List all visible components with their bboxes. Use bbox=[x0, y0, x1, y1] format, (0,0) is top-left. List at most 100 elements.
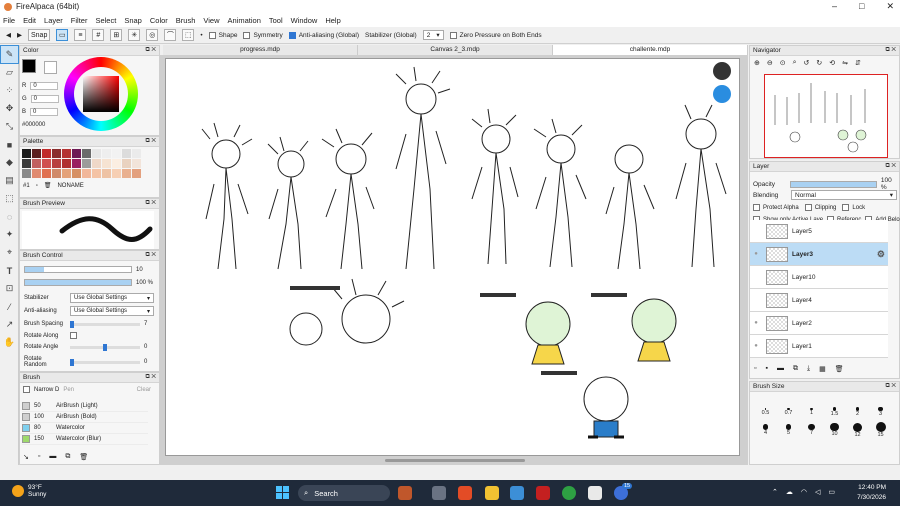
r-input[interactable]: 0 bbox=[30, 82, 59, 90]
delete-palette-icon[interactable]: 🗑 bbox=[44, 182, 52, 189]
clear-button[interactable]: Clear bbox=[137, 387, 151, 393]
panel-buttons-icon[interactable]: ⧉ ✕ bbox=[145, 138, 156, 145]
navigator-preview[interactable] bbox=[764, 74, 888, 158]
add-palette-icon[interactable]: ▫ bbox=[36, 183, 38, 189]
duplicate-brush-icon[interactable]: ⧉ bbox=[65, 453, 70, 461]
layer-row[interactable]: Layer4 bbox=[750, 289, 888, 312]
task-view-icon[interactable] bbox=[432, 486, 446, 500]
brush-size-option[interactable]: 2 bbox=[846, 404, 869, 420]
brush-item[interactable]: 80 Watercolor bbox=[22, 423, 148, 434]
move-tool-icon[interactable]: ✥ bbox=[1, 100, 18, 117]
snap-vanishing-icon[interactable]: ⊞ bbox=[110, 29, 123, 41]
bucket-tool-icon[interactable]: ◆ bbox=[1, 154, 18, 171]
rotate-along-checkbox[interactable] bbox=[70, 332, 77, 339]
layer-row[interactable]: Layer5 bbox=[750, 220, 888, 243]
menu-color[interactable]: Color bbox=[150, 16, 168, 25]
layer-row[interactable]: ● Layer2 bbox=[750, 312, 888, 335]
palette-swatch[interactable] bbox=[92, 159, 101, 168]
protect-alpha-checkbox[interactable]: Protect Alpha bbox=[753, 204, 799, 211]
layer-opacity-bar[interactable] bbox=[790, 180, 877, 188]
transform-tool-icon[interactable]: ⤡ bbox=[1, 118, 18, 135]
panel-buttons-icon[interactable]: ⧉ ✕ bbox=[145, 47, 156, 54]
palette-swatch[interactable] bbox=[32, 159, 41, 168]
palette-swatch[interactable] bbox=[52, 169, 61, 178]
palette-swatch[interactable] bbox=[52, 149, 61, 158]
palette-swatch[interactable] bbox=[132, 149, 141, 158]
snap-circle-icon[interactable]: ◎ bbox=[146, 29, 159, 41]
brave-browser-icon[interactable] bbox=[458, 486, 472, 500]
layer-row[interactable]: Layer10 bbox=[750, 266, 888, 289]
zero-pressure-checkbox[interactable]: Zero Pressure on Both Ends bbox=[449, 31, 542, 39]
palette-swatch[interactable] bbox=[92, 149, 101, 158]
brush-size-option[interactable]: 5 bbox=[777, 422, 800, 438]
brush-item[interactable]: 150 Watercolor (Blur) bbox=[22, 434, 148, 445]
menu-tool[interactable]: Tool bbox=[269, 16, 283, 25]
prev-frame-icon[interactable]: ◀ bbox=[6, 31, 11, 39]
zoom-in-icon[interactable]: ⊕ bbox=[754, 59, 760, 67]
palette-number[interactable]: #1 bbox=[23, 183, 30, 189]
close-button[interactable]: ✕ bbox=[886, 1, 894, 12]
clock[interactable]: 12:40 PM 7/30/2026 bbox=[857, 483, 886, 503]
panel-buttons-icon[interactable]: ⧉ ✕ bbox=[885, 163, 896, 170]
zoom-actual-icon[interactable]: ⌕ bbox=[793, 59, 797, 67]
chevron-up-icon[interactable]: ⌃ bbox=[772, 488, 778, 496]
new-folder-icon[interactable]: ▬ bbox=[777, 365, 784, 373]
brush-size-bar[interactable] bbox=[24, 266, 132, 273]
stabilizer-select[interactable]: 2 ▾ bbox=[422, 30, 444, 40]
palette-swatch[interactable] bbox=[112, 149, 121, 158]
pen-tool-icon[interactable]: ✎ bbox=[0, 45, 19, 64]
text-tool-icon[interactable]: T bbox=[1, 262, 18, 279]
secondary-color-swatch[interactable] bbox=[44, 61, 57, 74]
merge-layer-icon[interactable]: ⤓ bbox=[807, 365, 810, 373]
desert-widget-icon[interactable] bbox=[398, 486, 412, 500]
palette-swatch[interactable] bbox=[112, 169, 121, 178]
delete-layer-icon[interactable]: 🗑 bbox=[835, 365, 844, 373]
new-layer-8bit-icon[interactable]: ▪ bbox=[765, 365, 767, 373]
taskbar-search[interactable]: ⌕ Search bbox=[298, 485, 390, 501]
file-explorer-icon[interactable] bbox=[485, 486, 499, 500]
rotate-reset-icon[interactable]: ⟲ bbox=[829, 59, 835, 67]
wifi-icon[interactable]: ◠ bbox=[801, 488, 807, 496]
snap-parallel-icon[interactable]: ≡ bbox=[74, 29, 87, 41]
brush-spacing-slider[interactable] bbox=[70, 320, 140, 328]
brush-antialias-select[interactable]: Use Global Settings ▾ bbox=[70, 306, 154, 316]
brush-size-option[interactable]: 3 bbox=[869, 404, 892, 420]
palette-swatch[interactable] bbox=[82, 149, 91, 158]
palette-swatch[interactable] bbox=[22, 169, 31, 178]
palette-swatch[interactable] bbox=[42, 159, 51, 168]
panel-buttons-icon[interactable]: ⧉ ✕ bbox=[145, 252, 156, 259]
menu-window[interactable]: Window bbox=[291, 16, 318, 25]
cloud-icon[interactable]: ☁ bbox=[786, 488, 793, 496]
pen-correction-icon[interactable]: ↗ bbox=[1, 316, 18, 333]
snap-settings-icon[interactable]: • bbox=[200, 32, 202, 39]
snap-off-icon[interactable]: ▭ bbox=[56, 29, 69, 41]
start-windows-icon[interactable] bbox=[276, 486, 289, 499]
new-brush-icon[interactable]: ▫ bbox=[38, 453, 40, 461]
firealpaca-taskbar-icon[interactable] bbox=[588, 486, 602, 500]
rotate-angle-slider[interactable] bbox=[70, 343, 140, 351]
lock-checkbox[interactable]: Lock bbox=[842, 204, 865, 211]
snap-radial-icon[interactable]: ✳ bbox=[128, 29, 141, 41]
tab-canvas-2-3[interactable]: Canvas 2_3.mdp bbox=[358, 45, 553, 55]
palette-swatch[interactable] bbox=[102, 159, 111, 168]
menu-snap[interactable]: Snap bbox=[124, 16, 142, 25]
visibility-icon[interactable]: ● bbox=[750, 251, 762, 257]
menu-view[interactable]: View bbox=[203, 16, 219, 25]
brush-settings-icon[interactable]: ↘ bbox=[23, 453, 29, 461]
brush-size-option[interactable]: 1.5 bbox=[823, 404, 846, 420]
brush-size-option[interactable]: 7 bbox=[800, 422, 823, 438]
menu-select[interactable]: Select bbox=[95, 16, 116, 25]
palette-swatch[interactable] bbox=[82, 159, 91, 168]
palette-swatch[interactable] bbox=[62, 149, 71, 158]
clipping-checkbox[interactable]: Clipping bbox=[804, 204, 836, 211]
hand-tool-icon[interactable]: ✋ bbox=[1, 334, 18, 351]
brush-size-option[interactable]: 4 bbox=[754, 422, 777, 438]
snap-crisscross-icon[interactable]: # bbox=[92, 29, 105, 41]
battery-icon[interactable]: ▭ bbox=[828, 488, 835, 496]
brush-size-option[interactable]: 0.7 bbox=[777, 404, 800, 420]
menu-brush[interactable]: Brush bbox=[176, 16, 196, 25]
eraser-tool-icon[interactable]: ▱ bbox=[1, 64, 18, 81]
minimize-button[interactable]: – bbox=[832, 1, 837, 12]
palette-swatch[interactable] bbox=[102, 169, 111, 178]
shape-checkbox[interactable]: Shape bbox=[208, 31, 237, 39]
